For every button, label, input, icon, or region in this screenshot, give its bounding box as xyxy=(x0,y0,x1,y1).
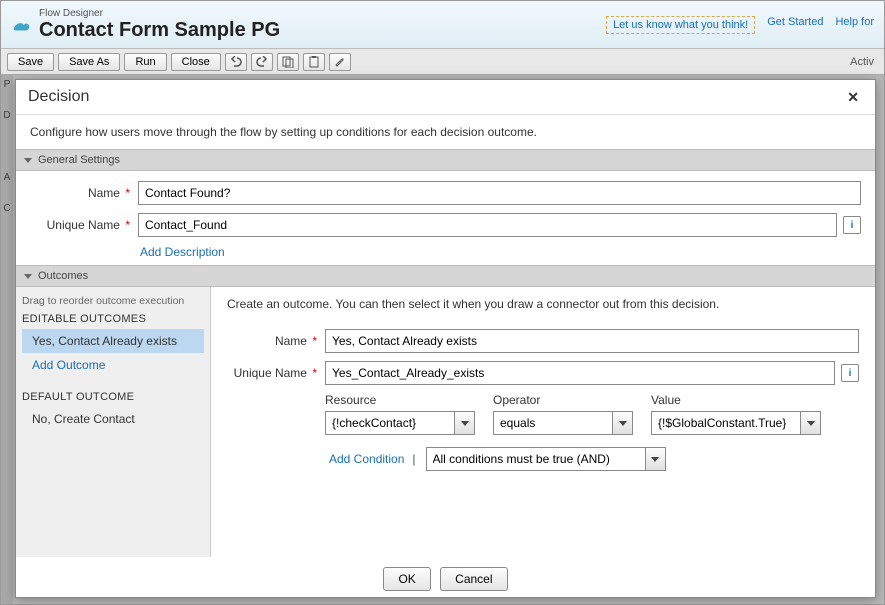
operator-dropdown-button[interactable] xyxy=(613,411,633,435)
chevron-down-icon xyxy=(461,421,469,426)
add-condition-link[interactable]: Add Condition xyxy=(329,452,404,466)
name-field[interactable] xyxy=(138,181,861,205)
outcome-hint: Create an outcome. You can then select i… xyxy=(227,297,859,311)
outcome-item-selected[interactable]: Yes, Contact Already exists xyxy=(22,329,204,353)
operator-label: Operator xyxy=(493,393,633,407)
editable-outcomes-label: EDITABLE OUTCOMES xyxy=(22,313,204,325)
chevron-down-icon xyxy=(24,158,32,163)
save-button[interactable]: Save xyxy=(7,53,54,71)
outcomes-sidebar: Drag to reorder outcome execution EDITAB… xyxy=(16,287,211,557)
run-button[interactable]: Run xyxy=(124,53,166,71)
feedback-link[interactable]: Let us know what you think! xyxy=(606,16,755,34)
close-icon[interactable]: ✕ xyxy=(843,89,863,106)
outcome-unique-name-field[interactable] xyxy=(325,361,835,385)
help-link[interactable]: Help for xyxy=(835,16,874,34)
general-settings-header[interactable]: General Settings xyxy=(16,149,875,171)
modal-title: Decision xyxy=(28,88,89,106)
value-dropdown-button[interactable] xyxy=(801,411,821,435)
info-icon[interactable]: i xyxy=(843,216,861,234)
modal-description: Configure how users move through the flo… xyxy=(16,115,875,149)
resource-label: Resource xyxy=(325,393,475,407)
outcome-item-default[interactable]: No, Create Contact xyxy=(22,407,204,431)
app-label: Flow Designer xyxy=(39,8,280,19)
reorder-hint: Drag to reorder outcome execution xyxy=(22,295,204,307)
close-button[interactable]: Close xyxy=(171,53,221,71)
cancel-button[interactable]: Cancel xyxy=(440,567,507,591)
outcome-name-field[interactable] xyxy=(325,329,859,353)
name-label: Name * xyxy=(30,186,130,200)
unique-name-label: Unique Name * xyxy=(30,218,130,232)
chevron-down-icon xyxy=(651,457,659,462)
add-outcome-link[interactable]: Add Outcome xyxy=(22,353,204,377)
chevron-down-icon xyxy=(24,274,32,279)
copy-button[interactable] xyxy=(277,53,299,71)
toolbar-status: Activ xyxy=(850,56,878,68)
flow-designer-logo-icon xyxy=(11,14,33,36)
page-title: Contact Form Sample PG xyxy=(39,19,280,41)
undo-button[interactable] xyxy=(225,53,247,71)
unique-name-field[interactable] xyxy=(138,213,837,237)
decision-modal: Decision ✕ Configure how users move thro… xyxy=(15,79,876,598)
outcome-name-label: Name * xyxy=(227,334,317,348)
logic-field[interactable] xyxy=(426,447,646,471)
operator-field[interactable] xyxy=(493,411,613,435)
logic-dropdown-button[interactable] xyxy=(646,447,666,471)
info-icon[interactable]: i xyxy=(841,364,859,382)
save-as-button[interactable]: Save As xyxy=(58,53,120,71)
add-description-link[interactable]: Add Description xyxy=(140,245,861,259)
chevron-down-icon xyxy=(619,421,627,426)
redo-button[interactable] xyxy=(251,53,273,71)
get-started-link[interactable]: Get Started xyxy=(767,16,823,34)
chevron-down-icon xyxy=(807,421,815,426)
value-field[interactable] xyxy=(651,411,801,435)
wrench-button[interactable] xyxy=(329,53,351,71)
resource-field[interactable] xyxy=(325,411,455,435)
ok-button[interactable]: OK xyxy=(383,567,430,591)
value-label: Value xyxy=(651,393,821,407)
outcome-unique-name-label: Unique Name * xyxy=(227,366,317,380)
paste-button[interactable] xyxy=(303,53,325,71)
outcomes-header[interactable]: Outcomes xyxy=(16,265,875,287)
resource-dropdown-button[interactable] xyxy=(455,411,475,435)
default-outcome-label: DEFAULT OUTCOME xyxy=(22,391,204,403)
